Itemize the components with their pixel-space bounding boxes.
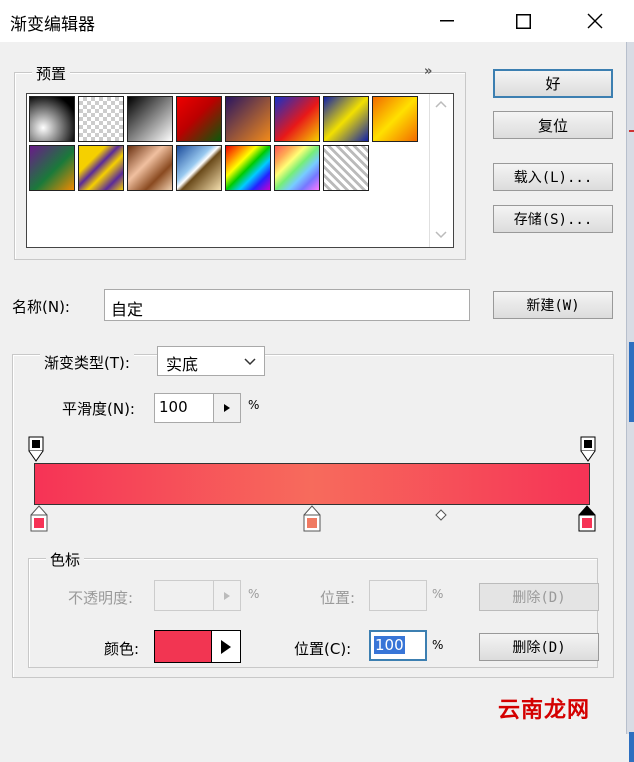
preset-swatch-transparent-rainbow[interactable]: [274, 145, 320, 191]
minimize-icon: [440, 20, 454, 22]
color-label: 颜色:: [104, 640, 140, 658]
reset-button[interactable]: 复位: [493, 111, 613, 139]
preset-swatch-violet-green-orange[interactable]: [29, 145, 75, 191]
color-stop-right-icon: [578, 505, 596, 532]
opacity-stop-left-icon: [28, 436, 44, 462]
opacity-label: 不透明度:: [68, 589, 134, 607]
gradient-type-label: 渐变类型(T):: [40, 352, 134, 373]
diamond-icon: [435, 509, 447, 521]
triangle-right-icon: [224, 591, 230, 600]
opacity-input[interactable]: [154, 580, 214, 611]
midpoint-diamond[interactable]: [435, 507, 447, 525]
color-stop-right-selected[interactable]: [578, 505, 596, 536]
preset-swatch-copper[interactable]: [127, 145, 173, 191]
opacity-unit: %: [248, 587, 260, 601]
preset-swatch-yellow-violet-stripes[interactable]: [78, 145, 124, 191]
title-bar: [0, 0, 634, 42]
opacity-position-unit: %: [432, 587, 444, 601]
opacity-stop-right-icon: [580, 436, 596, 462]
chevron-down-icon: [244, 358, 256, 366]
color-stop-left-icon: [30, 505, 48, 532]
maximize-icon: [515, 13, 531, 29]
name-input[interactable]: 自定: [104, 289, 470, 321]
presets-scrollbar[interactable]: [429, 94, 454, 247]
color-stop-left[interactable]: [30, 505, 48, 536]
smoothness-unit: %: [248, 398, 260, 412]
color-picker-swatch[interactable]: [154, 630, 212, 663]
opacity-position-label: 位置:: [320, 589, 356, 607]
preset-swatch-blue-yellow-blue[interactable]: [323, 96, 369, 142]
gradient-type-value: 实底: [166, 355, 199, 374]
triangle-right-icon: [221, 639, 231, 654]
close-icon: [587, 13, 603, 29]
opacity-stop-left[interactable]: [28, 436, 44, 466]
preset-swatch-transparent-stripes[interactable]: [323, 145, 369, 191]
background-window-edge: [626, 42, 634, 762]
name-label: 名称(N):: [12, 298, 70, 316]
swatch-grid: [29, 96, 429, 191]
presets-legend: 预置: [32, 63, 71, 84]
new-button[interactable]: 新建(W): [493, 291, 613, 319]
close-button[interactable]: [580, 6, 610, 36]
ok-button[interactable]: 好: [493, 69, 613, 98]
smoothness-slider-toggle[interactable]: [213, 393, 241, 423]
color-menu-toggle[interactable]: [211, 630, 241, 663]
scroll-up-icon[interactable]: [435, 100, 447, 108]
window-title: 渐变编辑器: [10, 15, 95, 35]
preset-swatch-violet-orange[interactable]: [225, 96, 271, 142]
save-button[interactable]: 存储(S)...: [493, 205, 613, 233]
maximize-button[interactable]: [508, 6, 538, 36]
preset-swatch-black-white-radial[interactable]: [29, 96, 75, 142]
preset-swatch-orange-yellow-orange[interactable]: [372, 96, 418, 142]
preset-swatch-black-transparent[interactable]: [78, 96, 124, 142]
smoothness-label: 平滑度(N):: [62, 400, 135, 418]
preset-swatch-black-white[interactable]: [127, 96, 173, 142]
preset-swatch-chrome[interactable]: [176, 145, 222, 191]
watermark: 云南龙网: [498, 698, 591, 723]
presets-menu-icon[interactable]: »: [424, 64, 432, 79]
opacity-position-input[interactable]: [369, 580, 427, 611]
opacity-slider-toggle[interactable]: [213, 580, 241, 611]
minimize-button[interactable]: [432, 6, 462, 36]
position-value: 100: [374, 636, 405, 654]
position-label: 位置(C):: [294, 640, 352, 658]
load-button[interactable]: 载入(L)...: [493, 163, 613, 191]
smoothness-input[interactable]: 100: [154, 393, 214, 423]
preset-swatch-blue-red-yellow[interactable]: [274, 96, 320, 142]
position-unit: %: [432, 638, 444, 652]
gradient-preview-bar[interactable]: [34, 463, 590, 505]
color-stop-middle[interactable]: [303, 505, 321, 536]
stops-legend: 色标: [46, 549, 85, 570]
gradient-type-select[interactable]: 实底: [157, 346, 265, 376]
delete-button[interactable]: 删除(D): [479, 633, 599, 661]
position-input[interactable]: 100: [369, 630, 427, 661]
preset-swatch-spectrum[interactable]: [225, 145, 271, 191]
presets-list: [26, 93, 454, 248]
opacity-stop-right[interactable]: [580, 436, 596, 466]
opacity-delete-button[interactable]: 删除(D): [479, 583, 599, 611]
preset-swatch-red-green[interactable]: [176, 96, 222, 142]
scroll-down-icon[interactable]: [435, 231, 447, 239]
color-stop-middle-icon: [303, 505, 321, 532]
triangle-right-icon: [224, 404, 230, 412]
